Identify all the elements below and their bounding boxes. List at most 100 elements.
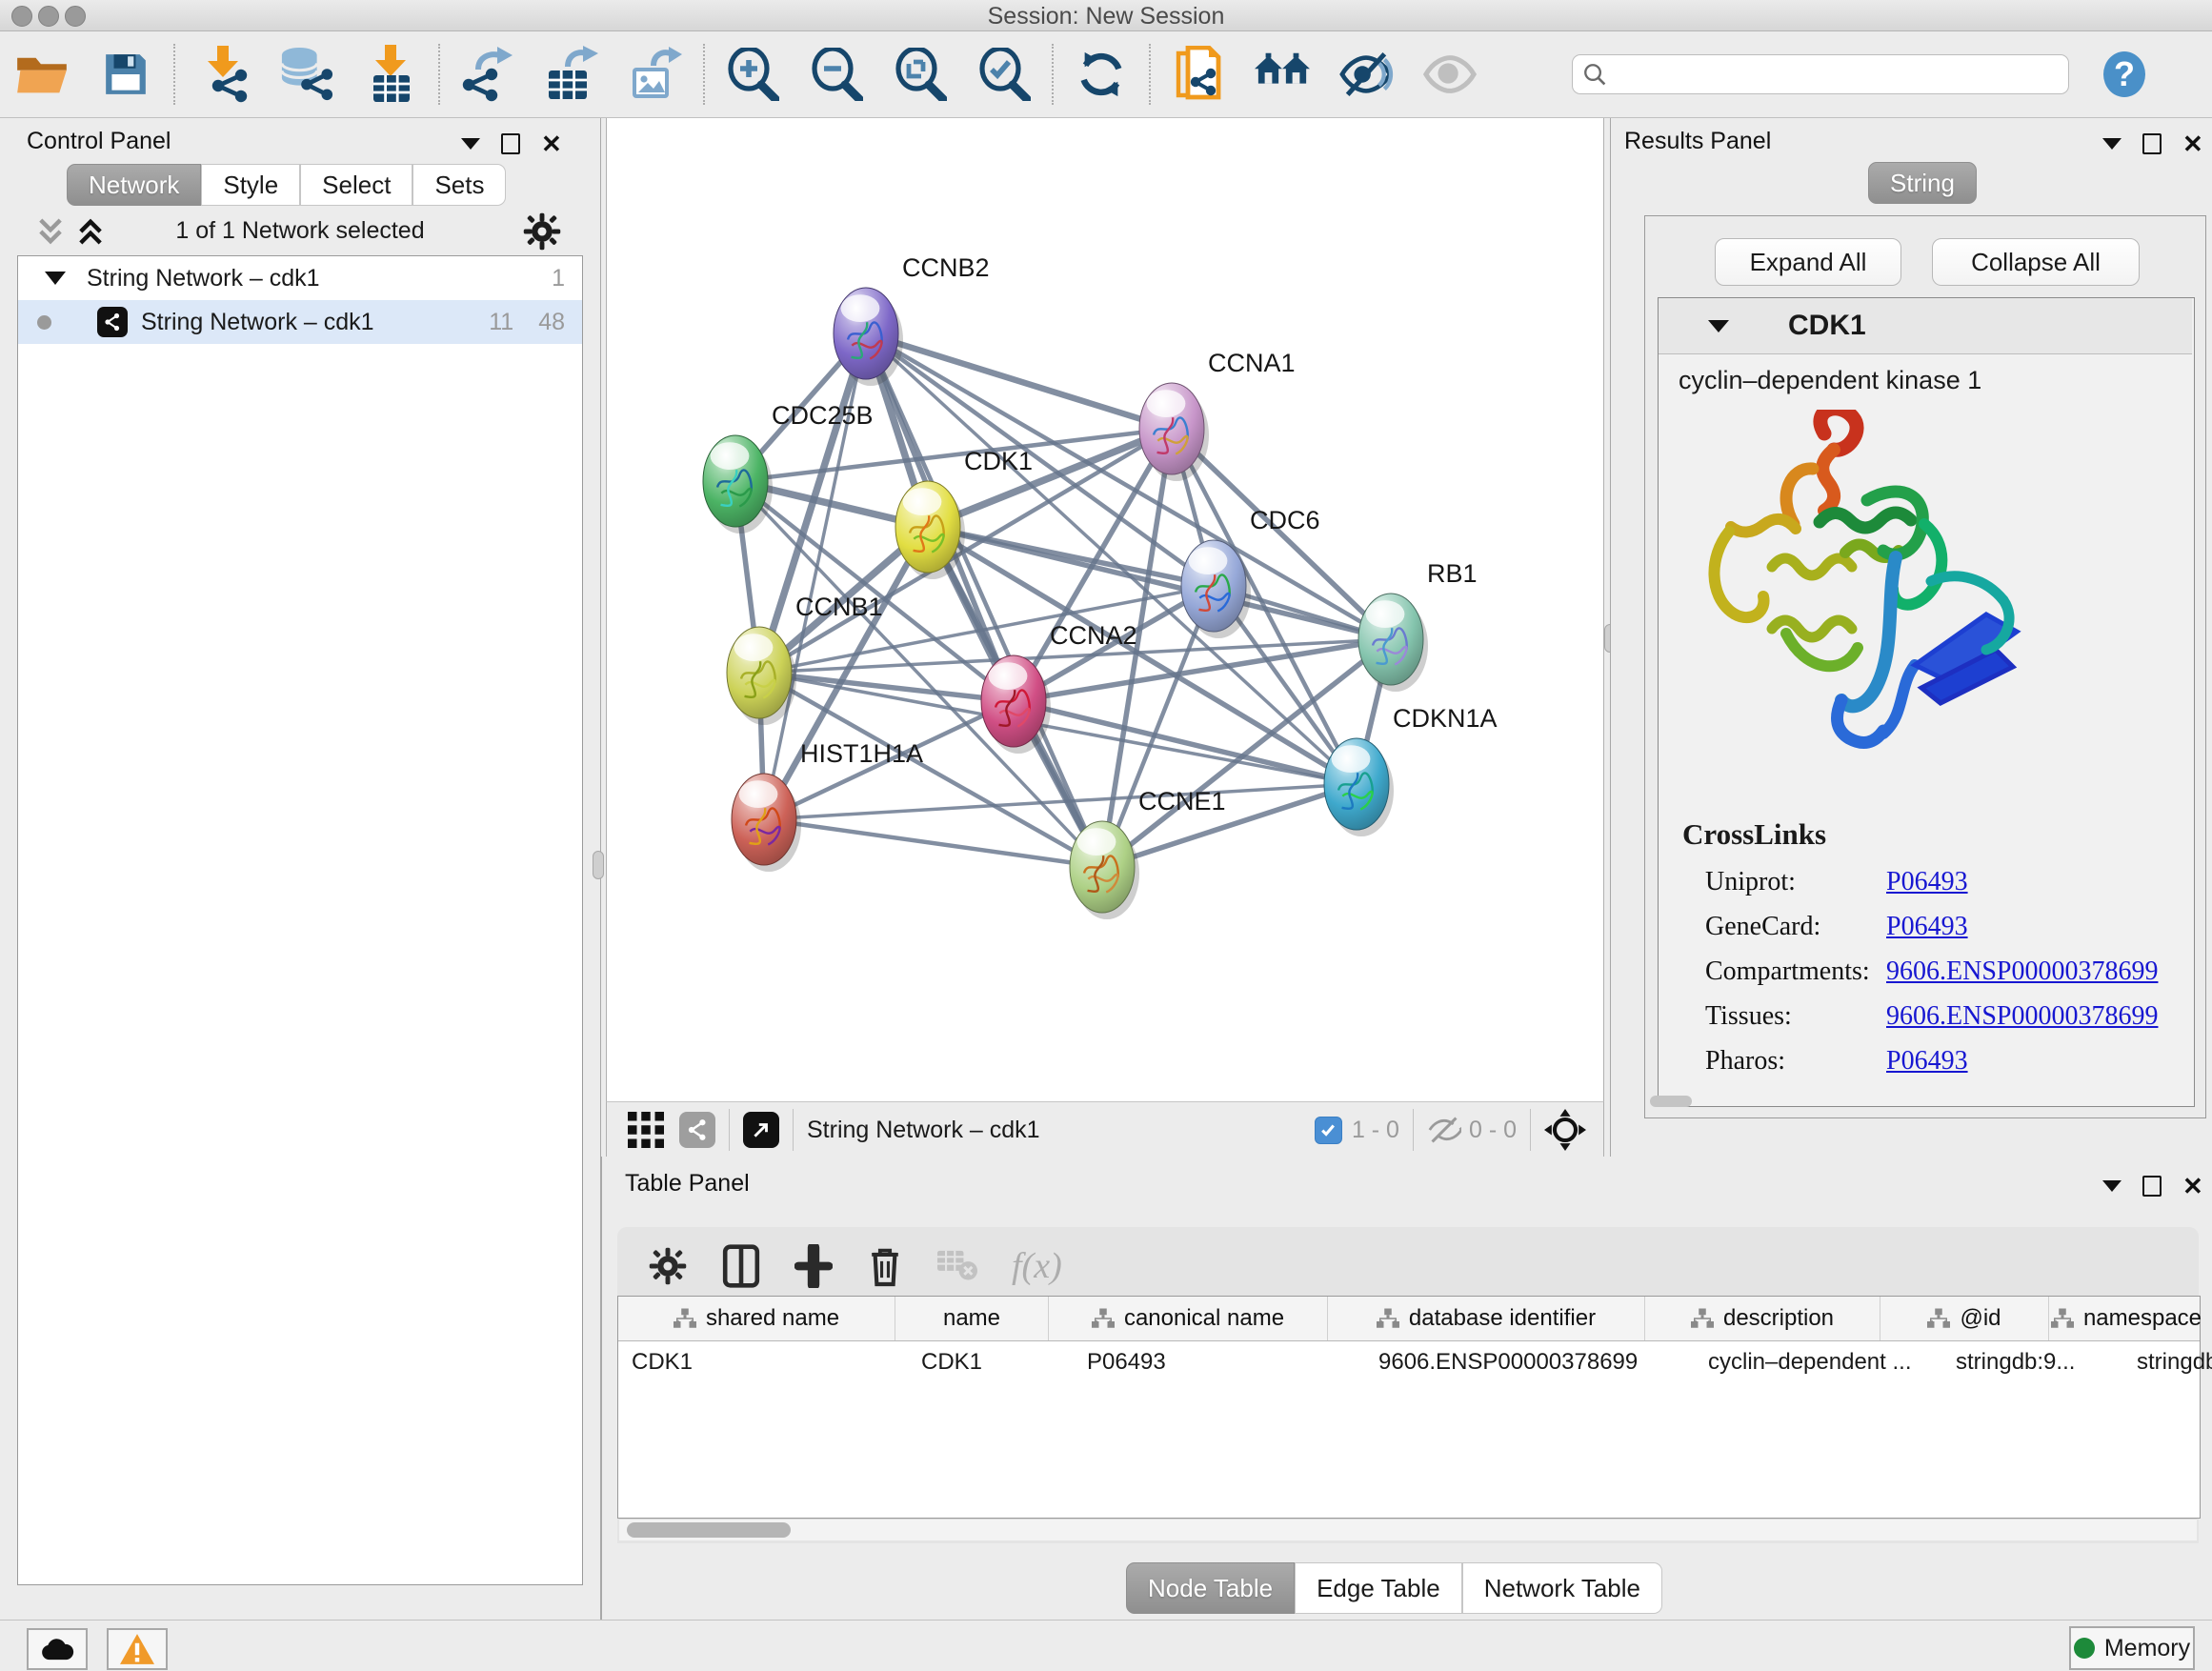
hidden-eye-icon[interactable] xyxy=(1427,1116,1461,1144)
zoom-selected-button[interactable] xyxy=(962,38,1046,111)
scrollbar-thumb[interactable] xyxy=(627,1522,791,1538)
delete-column-icon[interactable] xyxy=(867,1244,903,1288)
tab-style[interactable]: Style xyxy=(201,164,300,206)
crosslink-link[interactable]: 9606.ENSP00000378699 xyxy=(1886,1001,2158,1032)
column-header[interactable]: database identifier xyxy=(1328,1297,1645,1340)
export-network-button[interactable] xyxy=(446,38,530,111)
export-image-button[interactable] xyxy=(613,38,697,111)
panel-menu-icon[interactable] xyxy=(2102,138,2122,150)
tab-network-table[interactable]: Network Table xyxy=(1462,1562,1662,1614)
panel-float-icon[interactable] xyxy=(2142,133,2162,154)
results-scrollbar-thumb[interactable] xyxy=(1650,1096,1692,1107)
table-cell[interactable]: CDK1 xyxy=(908,1341,1074,1383)
tab-select[interactable]: Select xyxy=(300,164,412,206)
open-folder-icon xyxy=(15,51,69,97)
table-cell[interactable]: P06493 xyxy=(1074,1341,1365,1383)
add-column-icon[interactable] xyxy=(794,1244,833,1288)
network-view-title: String Network – cdk1 xyxy=(807,1117,1040,1144)
expand-all-button[interactable]: Expand All xyxy=(1715,238,1901,286)
table-gear-icon[interactable] xyxy=(648,1246,688,1286)
tab-sets[interactable]: Sets xyxy=(412,164,506,206)
left-splitter-grip[interactable] xyxy=(593,851,604,879)
panel-close-icon[interactable]: ✕ xyxy=(541,135,562,152)
protein-section-header[interactable]: CDK1 xyxy=(1659,298,2192,354)
network-canvas[interactable]: CCNB2CCNA1CDC25BCDK1CDC6RB1CCNB1CCNA2CDK… xyxy=(606,118,1604,1101)
tab-node-table[interactable]: Node Table xyxy=(1126,1562,1295,1614)
tab-network[interactable]: Network xyxy=(67,164,201,206)
network-graph[interactable]: CCNB2CCNA1CDC25BCDK1CDC6RB1CCNB1CCNA2CDK… xyxy=(607,118,1601,1099)
export-table-button[interactable] xyxy=(530,38,613,111)
help-button[interactable]: ? xyxy=(2082,38,2166,111)
show-columns-icon[interactable] xyxy=(722,1244,760,1288)
grid-view-icon[interactable] xyxy=(628,1112,664,1148)
table-cell[interactable]: stringdb xyxy=(2123,1341,2212,1383)
netbar-separator xyxy=(729,1109,730,1151)
tab-edge-table[interactable]: Edge Table xyxy=(1295,1562,1462,1614)
network-options-gear-icon[interactable] xyxy=(522,211,562,252)
table-cell[interactable]: stringdb:9... xyxy=(1942,1341,2123,1383)
collection-expand-icon[interactable] xyxy=(45,272,66,285)
birds-eye-toggle-icon[interactable] xyxy=(1544,1109,1586,1151)
table-cell[interactable]: CDK1 xyxy=(618,1341,908,1383)
network-row-selected[interactable]: String Network – cdk1 11 48 xyxy=(18,300,582,344)
new-network-from-selection-button[interactable] xyxy=(1156,38,1240,111)
expand-all-networks-icon[interactable] xyxy=(74,215,107,248)
panel-float-icon[interactable] xyxy=(2142,1176,2162,1197)
houses-icon xyxy=(1255,50,1310,99)
network-share-view-icon[interactable] xyxy=(679,1112,715,1148)
collapse-all-networks-icon[interactable] xyxy=(34,215,67,248)
network-collection-row[interactable]: String Network – cdk1 1 xyxy=(18,256,582,300)
column-header[interactable]: namespace xyxy=(2049,1297,2203,1340)
column-header[interactable]: shared name xyxy=(618,1297,895,1340)
panel-menu-icon[interactable] xyxy=(461,138,480,150)
import-table-button[interactable] xyxy=(349,38,432,111)
table-cell[interactable]: 9606.ENSP00000378699 xyxy=(1365,1341,1695,1383)
tab-string[interactable]: String xyxy=(1868,162,1977,204)
crosslink-link[interactable]: P06493 xyxy=(1886,912,1968,942)
save-session-button[interactable] xyxy=(84,38,168,111)
zoom-in-button[interactable] xyxy=(711,38,794,111)
panel-close-icon[interactable]: ✕ xyxy=(2182,135,2203,152)
crosslink-link[interactable]: 9606.ENSP00000378699 xyxy=(1886,956,2158,987)
import-network-file-button[interactable] xyxy=(181,38,265,111)
column-header[interactable]: name xyxy=(895,1297,1049,1340)
crosslink-label: Tissues: xyxy=(1705,1001,1886,1032)
cloud-button[interactable] xyxy=(27,1628,88,1670)
show-all-button[interactable] xyxy=(1408,38,1492,111)
column-header[interactable]: @id xyxy=(1880,1297,2049,1340)
section-collapse-icon[interactable] xyxy=(1708,320,1729,332)
memory-button[interactable]: Memory xyxy=(2069,1626,2195,1670)
collapse-all-button[interactable]: Collapse All xyxy=(1932,238,2140,286)
crosslink-link[interactable]: P06493 xyxy=(1886,867,1968,897)
help-icon: ? xyxy=(2100,50,2149,99)
clear-table-icon[interactable] xyxy=(937,1250,977,1282)
table-horizontal-scrollbar[interactable] xyxy=(619,1519,2197,1540)
panel-close-icon[interactable]: ✕ xyxy=(2182,1178,2203,1195)
crosslink-link[interactable]: P06493 xyxy=(1886,1046,1968,1077)
warning-button[interactable] xyxy=(107,1628,168,1670)
column-header[interactable]: description xyxy=(1645,1297,1880,1340)
control-panel: Control Panel ✕ Network Style Select Set… xyxy=(0,118,601,1620)
zoom-fit-button[interactable] xyxy=(878,38,962,111)
table-panel-header-icons: ✕ xyxy=(2102,1176,2203,1197)
svg-text:CCNA2: CCNA2 xyxy=(1050,621,1137,650)
zoom-out-icon xyxy=(810,48,863,101)
hide-selected-button[interactable] xyxy=(1324,38,1408,111)
panel-float-icon[interactable] xyxy=(501,133,520,154)
open-session-button[interactable] xyxy=(0,38,84,111)
search-input[interactable] xyxy=(1607,61,2059,88)
first-neighbors-button[interactable] xyxy=(1240,38,1324,111)
global-search-box[interactable] xyxy=(1572,54,2069,94)
zoom-out-button[interactable] xyxy=(794,38,878,111)
selected-checkbox-icon[interactable] xyxy=(1315,1117,1342,1144)
refresh-layout-button[interactable] xyxy=(1059,38,1143,111)
column-header[interactable]: canonical name xyxy=(1049,1297,1328,1340)
protein-description: cyclin–dependent kinase 1 xyxy=(1679,366,1981,395)
table-row[interactable]: CDK1 CDK1 P06493 9606.ENSP00000378699 cy… xyxy=(618,1341,2200,1383)
main-toolbar: ? xyxy=(0,31,2212,118)
function-builder-button[interactable]: f(x) xyxy=(1012,1245,1062,1287)
table-cell[interactable]: cyclin–dependent ... xyxy=(1695,1341,1942,1383)
panel-menu-icon[interactable] xyxy=(2102,1180,2122,1192)
import-network-database-button[interactable] xyxy=(265,38,349,111)
detach-view-icon[interactable] xyxy=(743,1112,779,1148)
